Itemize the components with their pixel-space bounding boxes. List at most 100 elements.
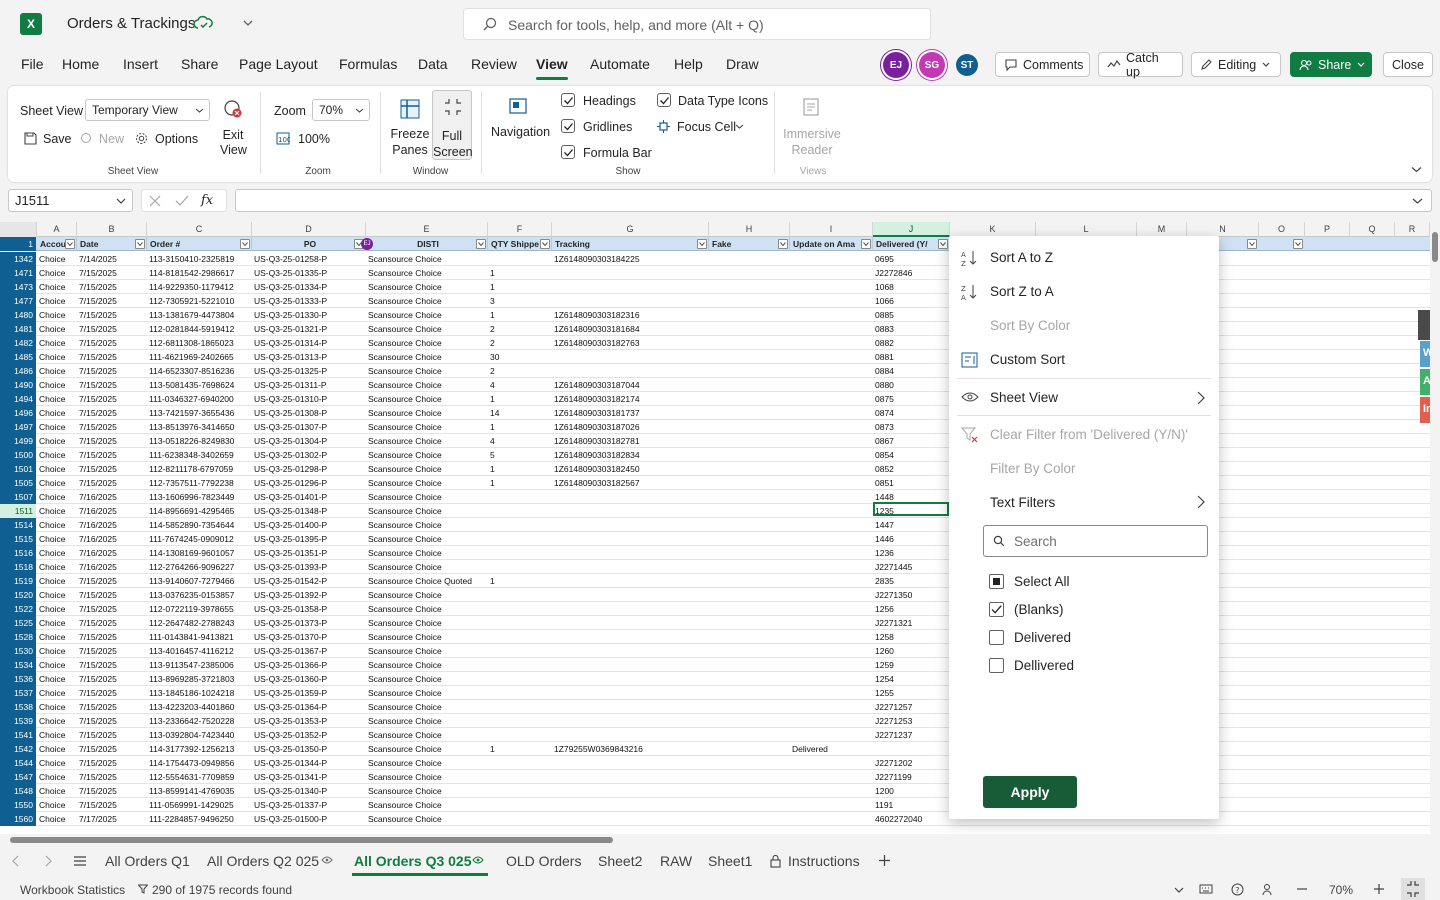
table-cell[interactable]: US-Q3-25-01367-P bbox=[252, 644, 366, 658]
exit-view-button[interactable]: Exit View bbox=[220, 128, 247, 158]
table-cell[interactable]: 0883 bbox=[873, 322, 950, 336]
table-cell[interactable]: US-Q3-25-01314-P bbox=[252, 336, 366, 350]
table-cell[interactable]: 2 bbox=[488, 322, 552, 336]
column-header-e[interactable]: E bbox=[366, 222, 488, 237]
table-cell[interactable]: Choice bbox=[37, 812, 77, 826]
table-cell[interactable]: Scansource Choice bbox=[366, 616, 488, 630]
menu-formulas[interactable]: Formulas bbox=[339, 56, 397, 72]
table-cell[interactable]: 0885 bbox=[873, 308, 950, 322]
exit-view-icon[interactable] bbox=[222, 98, 244, 120]
table-cell[interactable]: US-Q3-25-01353-P bbox=[252, 714, 366, 728]
row-number[interactable]: 1490 bbox=[0, 378, 36, 392]
table-cell[interactable]: Scansource Choice bbox=[366, 700, 488, 714]
column-header-a[interactable]: A bbox=[37, 222, 77, 237]
save-icon[interactable] bbox=[24, 132, 37, 145]
table-cell[interactable]: Choice bbox=[37, 532, 77, 546]
document-title[interactable]: Orders & Trackings bbox=[67, 15, 195, 32]
table-cell[interactable]: 111-6238348-3402659 bbox=[147, 448, 252, 462]
table-cell[interactable]: Scansource Choice bbox=[366, 532, 488, 546]
cloud-saved-icon[interactable] bbox=[193, 14, 213, 32]
sheet-tab-sheet1[interactable]: Sheet1 bbox=[708, 853, 752, 869]
row-number[interactable]: 1536 bbox=[0, 672, 36, 686]
sheet-tab-raw[interactable]: RAW bbox=[660, 853, 692, 869]
feedback-icon[interactable] bbox=[1262, 883, 1276, 896]
all-sheets-menu-icon[interactable] bbox=[73, 855, 87, 867]
row-number[interactable]: 1511 bbox=[0, 504, 36, 518]
table-cell[interactable]: J2271199 bbox=[873, 770, 950, 784]
table-cell[interactable]: 1068 bbox=[873, 280, 950, 294]
table-cell[interactable]: US-Q3-25-01373-P bbox=[252, 616, 366, 630]
table-cell[interactable]: Choice bbox=[37, 350, 77, 364]
table-cell[interactable]: 1Z79255W0369843216 bbox=[552, 742, 709, 756]
table-cell[interactable]: US-Q3-25-01500-P bbox=[252, 812, 366, 826]
headings-checkbox[interactable] bbox=[561, 93, 575, 107]
table-cell[interactable]: US-Q3-25-01340-P bbox=[252, 784, 366, 798]
filter-dropdown-button[interactable] bbox=[240, 239, 250, 249]
table-cell[interactable]: 1256 bbox=[873, 602, 950, 616]
column-header-r[interactable]: R bbox=[1395, 222, 1430, 237]
table-cell[interactable]: US-Q3-25-01395-P bbox=[252, 532, 366, 546]
zoom-out-minus-icon[interactable] bbox=[1296, 883, 1308, 895]
zoom-100-icon[interactable]: 100 bbox=[276, 132, 290, 145]
row-number[interactable]: 1541 bbox=[0, 728, 36, 742]
horizontal-scrollbar[interactable] bbox=[0, 834, 1440, 846]
table-cell[interactable]: Scansource Choice bbox=[366, 462, 488, 476]
filter-dropdown-button[interactable] bbox=[135, 239, 145, 249]
help-icon[interactable]: ? bbox=[1231, 883, 1244, 896]
table-cell[interactable]: Scansource Choice Quoted bbox=[366, 574, 488, 588]
table-cell[interactable]: US-Q3-25-01307-P bbox=[252, 420, 366, 434]
table-cell[interactable]: Choice bbox=[37, 490, 77, 504]
table-cell[interactable]: 7/15/2025 bbox=[77, 798, 147, 812]
table-cell[interactable]: 7/15/2025 bbox=[77, 728, 147, 742]
table-cell[interactable]: US-Q3-25-01311-P bbox=[252, 378, 366, 392]
table-cell[interactable]: Scansource Choice bbox=[366, 490, 488, 504]
table-cell[interactable]: Scansource Choice bbox=[366, 588, 488, 602]
column-header-g[interactable]: G bbox=[552, 222, 709, 237]
table-cell[interactable]: 113-5081435-7698624 bbox=[147, 378, 252, 392]
row-number[interactable]: 1518 bbox=[0, 560, 36, 574]
row-number[interactable]: 1514 bbox=[0, 518, 36, 532]
table-cell[interactable]: 7/14/2025 bbox=[77, 252, 147, 266]
table-cell[interactable]: Scansource Choice bbox=[366, 434, 488, 448]
table-cell[interactable]: Scansource Choice bbox=[366, 630, 488, 644]
table-cell[interactable]: Scansource Choice bbox=[366, 504, 488, 518]
filter-search-input[interactable]: Search bbox=[983, 525, 1208, 557]
table-cell[interactable]: Scansource Choice bbox=[366, 252, 488, 266]
column-header-q[interactable]: Q bbox=[1350, 222, 1395, 237]
table-cell[interactable]: 2 bbox=[488, 364, 552, 378]
table-cell[interactable]: 1Z6148090303187026 bbox=[552, 420, 709, 434]
table-cell[interactable]: 1Z6148090303182763 bbox=[552, 336, 709, 350]
table-cell[interactable]: Scansource Choice bbox=[366, 672, 488, 686]
table-cell[interactable]: 0884 bbox=[873, 364, 950, 378]
table-cell[interactable]: 1191 bbox=[873, 798, 950, 812]
table-cell[interactable]: 1Z6148090303182781 bbox=[552, 434, 709, 448]
table-cell[interactable]: 111-0569991-1429025 bbox=[147, 798, 252, 812]
table-cell[interactable]: 1 bbox=[488, 420, 552, 434]
sheet-view-select[interactable]: Temporary View bbox=[85, 99, 210, 121]
row-number[interactable]: 1505 bbox=[0, 476, 36, 490]
navigation-icon[interactable] bbox=[508, 96, 530, 118]
table-cell[interactable]: 114-9229350-1179412 bbox=[147, 280, 252, 294]
table-cell[interactable]: 7/15/2025 bbox=[77, 434, 147, 448]
table-cell[interactable]: 0851 bbox=[873, 476, 950, 490]
table-cell[interactable]: 0695 bbox=[873, 252, 950, 266]
row-number[interactable]: 1471 bbox=[0, 266, 36, 280]
table-cell[interactable]: 113-0392804-7423440 bbox=[147, 728, 252, 742]
sheet-tab-instructions[interactable]: Instructions bbox=[788, 853, 860, 869]
zoom-level[interactable]: 70% bbox=[1329, 883, 1353, 897]
column-header-o[interactable]: O bbox=[1259, 222, 1305, 237]
menu-file[interactable]: File bbox=[21, 56, 44, 72]
table-cell[interactable]: 1Z6148090303182567 bbox=[552, 476, 709, 490]
table-cell[interactable]: US-Q3-25-01358-P bbox=[252, 602, 366, 616]
table-cell[interactable]: 3 bbox=[488, 294, 552, 308]
table-cell[interactable]: 7/15/2025 bbox=[77, 378, 147, 392]
table-cell[interactable]: 14 bbox=[488, 406, 552, 420]
column-header-p[interactable]: P bbox=[1305, 222, 1350, 237]
table-cell[interactable]: 7/15/2025 bbox=[77, 476, 147, 490]
table-cell[interactable]: 1066 bbox=[873, 294, 950, 308]
active-cell[interactable] bbox=[873, 502, 949, 516]
table-cell[interactable]: Scansource Choice bbox=[366, 518, 488, 532]
table-cell[interactable]: US-Q3-25-01333-P bbox=[252, 294, 366, 308]
column-header-l[interactable]: L bbox=[1036, 222, 1137, 237]
sheet-tab-all-orders-q3[interactable]: All Orders Q3 025 bbox=[354, 853, 472, 869]
